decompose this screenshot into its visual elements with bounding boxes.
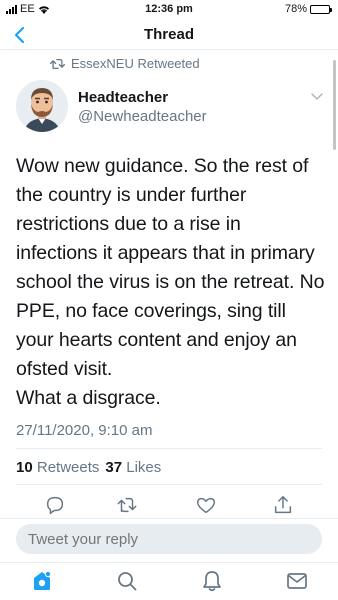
- status-bar: EE 12:36 pm 78%: [0, 0, 338, 20]
- notifications-icon[interactable]: [200, 569, 224, 593]
- retweets-stat[interactable]: 10 Retweets: [16, 459, 99, 476]
- status-right: 78%: [284, 3, 332, 15]
- divider: [16, 484, 322, 485]
- search-icon[interactable]: [115, 569, 139, 593]
- divider: [0, 518, 338, 519]
- likes-label: Likes: [126, 459, 162, 476]
- home-icon[interactable]: [30, 569, 54, 593]
- engagement-stats: 10 Retweets 37 Likes: [16, 459, 161, 476]
- avatar[interactable]: [16, 80, 68, 132]
- messages-icon[interactable]: [285, 569, 309, 593]
- nav-header: Thread: [0, 20, 338, 50]
- likes-stat[interactable]: 37 Likes: [105, 459, 161, 476]
- tweet-timestamp: 27/11/2020, 9:10 am: [16, 422, 153, 439]
- tweet-text: Wow new guidance. So the rest of the cou…: [16, 155, 325, 409]
- avatar-illustration: [16, 80, 68, 132]
- scrollbar[interactable]: [333, 60, 336, 150]
- retweet-icon: [50, 58, 65, 69]
- share-icon[interactable]: [272, 494, 294, 516]
- reply-input[interactable]: [16, 524, 322, 554]
- page-title: Thread: [143, 26, 194, 43]
- author-handle[interactable]: @Newheadteacher: [78, 108, 207, 125]
- likes-count: 37: [105, 459, 123, 476]
- retweet-icon[interactable]: [116, 494, 138, 516]
- reply-icon[interactable]: [44, 494, 66, 516]
- retweets-label: Retweets: [36, 459, 100, 476]
- retweets-count: 10: [16, 459, 33, 476]
- action-bar: [0, 494, 338, 516]
- divider: [16, 448, 322, 449]
- caret-down-icon[interactable]: [310, 92, 324, 102]
- battery-percent: 78%: [284, 3, 307, 15]
- like-icon[interactable]: [195, 494, 217, 516]
- author-name[interactable]: Headteacher: [78, 89, 168, 106]
- retweet-context[interactable]: EssexNEU Retweeted: [50, 56, 200, 71]
- bottom-tab-bar: [0, 562, 338, 600]
- retweet-context-label: EssexNEU Retweeted: [71, 56, 200, 71]
- battery-icon: [310, 4, 332, 14]
